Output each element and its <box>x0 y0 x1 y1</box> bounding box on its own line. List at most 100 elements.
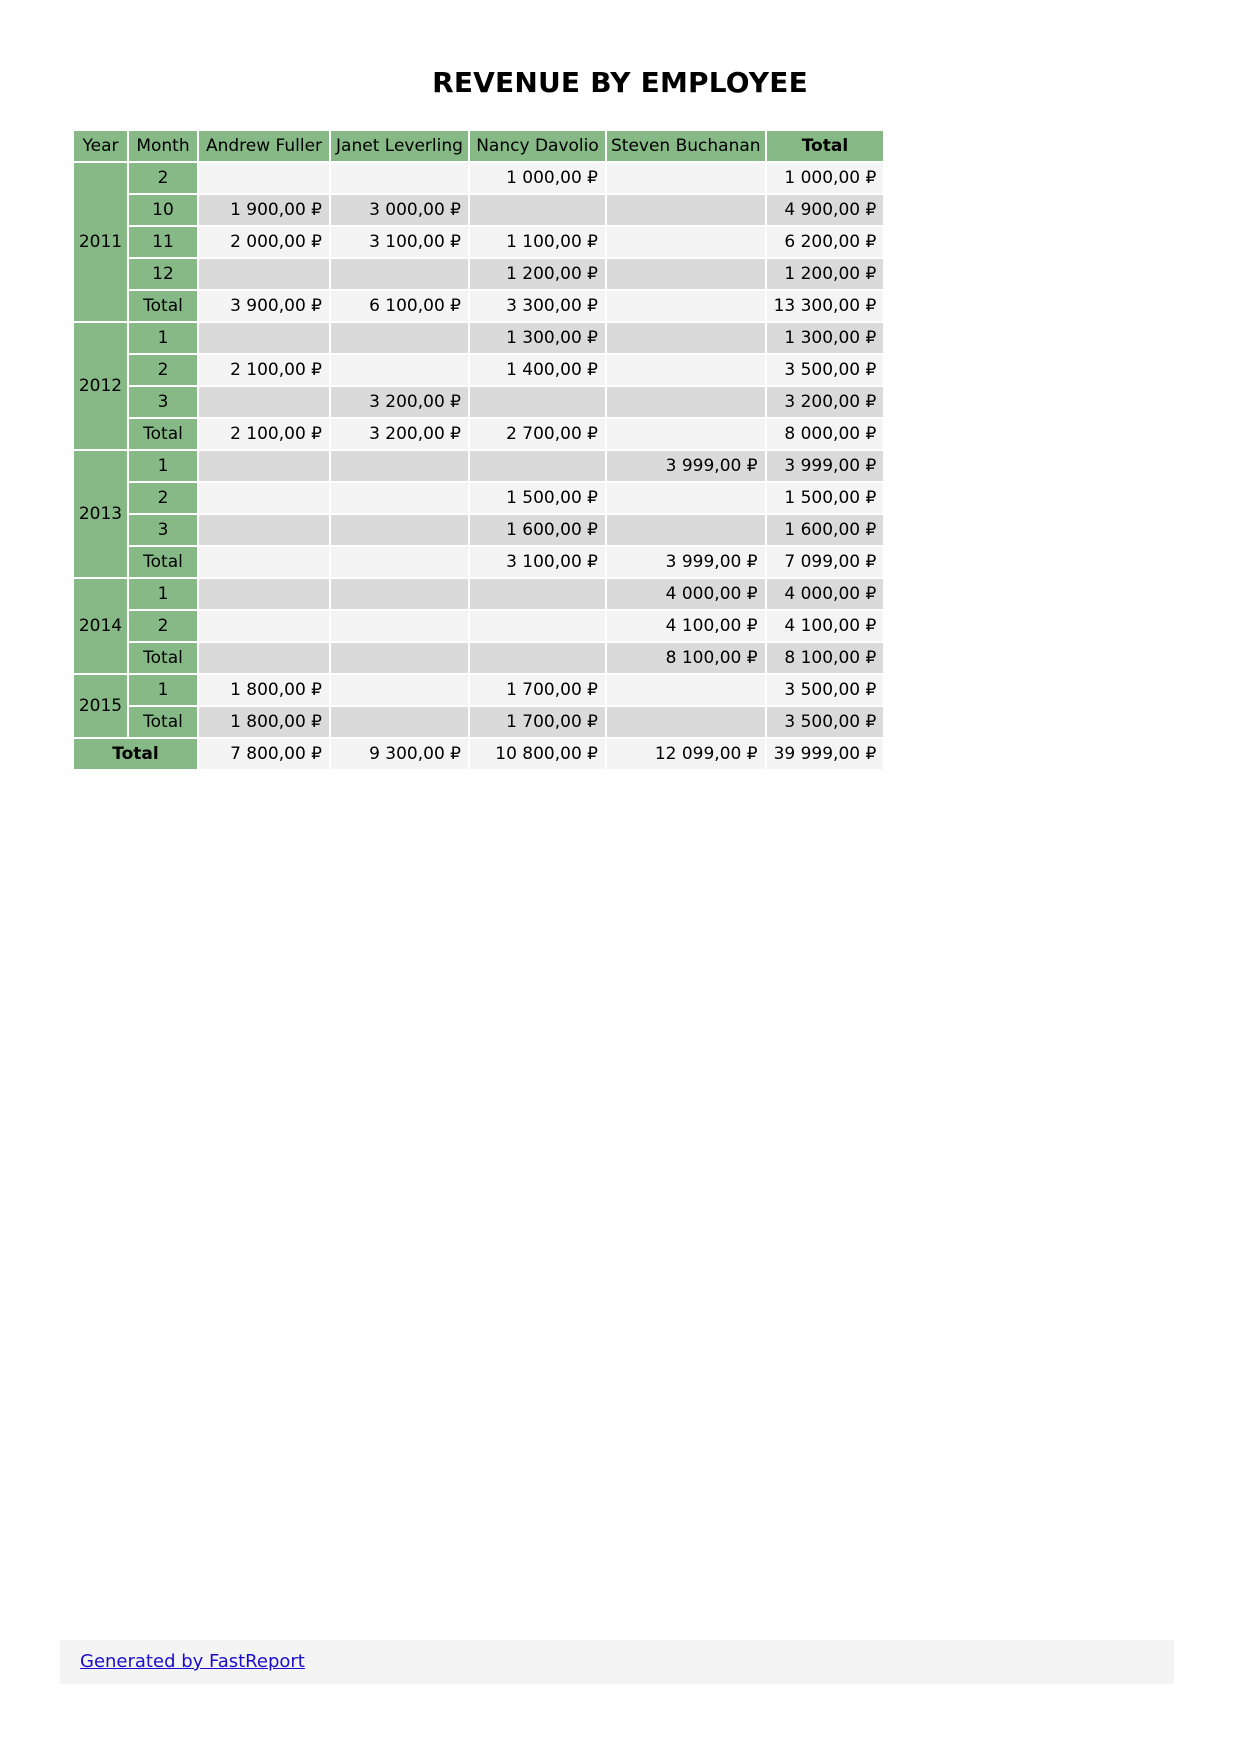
revenue-cell <box>199 579 329 609</box>
month-cell: 2 <box>129 611 197 641</box>
table-row: 2 1 500,00 ₽ 1 500,00 ₽ <box>74 483 884 513</box>
revenue-cell <box>331 707 468 737</box>
table-row: 22 100,00 ₽ 1 400,00 ₽ 3 500,00 ₽ <box>74 355 884 385</box>
revenue-cell <box>331 355 468 385</box>
row-total-cell: 4 900,00 ₽ <box>766 195 884 225</box>
revenue-cell: 3 900,00 ₽ <box>199 291 329 321</box>
table-row: 2012 1 1 300,00 ₽ 1 300,00 ₽ <box>74 323 884 449</box>
month-cell: 1 <box>129 579 197 609</box>
year-total-label: Total <box>129 707 197 737</box>
revenue-cell <box>607 195 765 225</box>
revenue-cell <box>607 355 765 385</box>
row-total-cell: 3 999,00 ₽ <box>766 451 884 481</box>
revenue-cell <box>607 675 765 705</box>
revenue-cell: 1 200,00 ₽ <box>470 259 605 289</box>
year-cell: 2013 <box>74 451 127 577</box>
year-total-label: Total <box>129 547 197 577</box>
report-title: REVENUE BY EMPLOYEE <box>432 66 808 99</box>
revenue-cell: 2 100,00 ₽ <box>199 419 329 449</box>
month-cell: 10 <box>129 195 197 225</box>
column-header-employee: Andrew Fuller <box>199 131 329 161</box>
row-total-cell: 4 100,00 ₽ <box>766 611 884 641</box>
table-row: 11 2 000,00 ₽3 100,00 ₽1 100,00 ₽ 6 200,00… <box>74 227 884 257</box>
revenue-cell <box>607 515 765 545</box>
revenue-cell <box>199 515 329 545</box>
month-cell: 3 <box>129 387 197 417</box>
table-row: 12 1 200,00 ₽ 1 200,00 ₽ <box>74 259 884 289</box>
row-total-cell: 3 500,00 ₽ <box>766 355 884 385</box>
revenue-cell <box>607 291 765 321</box>
revenue-cell <box>607 259 765 289</box>
revenue-cell <box>607 323 765 353</box>
revenue-cell <box>470 195 605 225</box>
grand-total-row: Total 7 800,00 ₽9 300,00 ₽10 800,00 ₽12 0… <box>74 739 884 769</box>
year-subtotal-row: Total 3 900,00 ₽6 100,00 ₽3 300,00 ₽ 13 30… <box>74 291 884 321</box>
revenue-cell <box>199 483 329 513</box>
revenue-cell <box>331 451 468 481</box>
revenue-cell <box>607 227 765 257</box>
revenue-cell <box>199 451 329 481</box>
row-total-cell: 1 300,00 ₽ <box>766 323 884 353</box>
revenue-cell: 1 100,00 ₽ <box>470 227 605 257</box>
grand-total-label: Total <box>74 739 197 769</box>
row-total-cell: 8 000,00 ₽ <box>766 419 884 449</box>
row-total-cell: 1 500,00 ₽ <box>766 483 884 513</box>
year-subtotal-row: Total 1 800,00 ₽ 1 700,00 ₽ 3 500,00 ₽ <box>74 707 884 737</box>
revenue-cell: 2 700,00 ₽ <box>470 419 605 449</box>
revenue-cell <box>470 643 605 673</box>
revenue-cell <box>199 163 329 193</box>
revenue-cell <box>470 451 605 481</box>
row-total-cell: 3 500,00 ₽ <box>766 707 884 737</box>
row-total-cell: 3 500,00 ₽ <box>766 675 884 705</box>
revenue-cell <box>199 323 329 353</box>
revenue-cell: 3 200,00 ₽ <box>331 387 468 417</box>
year-cell: 2014 <box>74 579 127 673</box>
table-row: 2 4 100,00 ₽4 100,00 ₽ <box>74 611 884 641</box>
year-subtotal-row: Total 8 100,00 ₽8 100,00 ₽ <box>74 643 884 673</box>
year-cell: 2012 <box>74 323 127 449</box>
revenue-cell: 1 800,00 ₽ <box>199 707 329 737</box>
revenue-cell <box>607 387 765 417</box>
grand-total-cell: 7 800,00 ₽ <box>199 739 329 769</box>
revenue-cell: 3 000,00 ₽ <box>331 195 468 225</box>
column-header-total: Total <box>766 131 884 161</box>
year-total-label: Total <box>129 643 197 673</box>
row-total-cell: 4 000,00 ₽ <box>766 579 884 609</box>
revenue-cell <box>331 579 468 609</box>
revenue-cell <box>607 163 765 193</box>
row-total-cell: 1 000,00 ₽ <box>766 163 884 193</box>
revenue-cell: 1 400,00 ₽ <box>470 355 605 385</box>
revenue-cell <box>470 387 605 417</box>
revenue-cell: 6 100,00 ₽ <box>331 291 468 321</box>
revenue-cell: 8 100,00 ₽ <box>607 643 765 673</box>
revenue-cell: 2 000,00 ₽ <box>199 227 329 257</box>
revenue-cell <box>331 259 468 289</box>
row-total-cell: 13 300,00 ₽ <box>766 291 884 321</box>
year-subtotal-row: Total 3 100,00 ₽3 999,00 ₽7 099,00 ₽ <box>74 547 884 577</box>
year-subtotal-row: Total 2 100,00 ₽3 200,00 ₽2 700,00 ₽ 8 000… <box>74 419 884 449</box>
revenue-cell: 3 100,00 ₽ <box>470 547 605 577</box>
revenue-cell <box>607 707 765 737</box>
month-cell: 3 <box>129 515 197 545</box>
month-cell: 1 <box>129 675 197 705</box>
row-total-cell: 1 600,00 ₽ <box>766 515 884 545</box>
year-cell: 2011 <box>74 163 127 321</box>
generated-by-link[interactable]: Generated by FastReport <box>80 1651 305 1672</box>
revenue-cell: 3 200,00 ₽ <box>331 419 468 449</box>
revenue-cell: 1 000,00 ₽ <box>470 163 605 193</box>
revenue-cell: 1 500,00 ₽ <box>470 483 605 513</box>
revenue-cell <box>331 163 468 193</box>
revenue-cell: 3 999,00 ₽ <box>607 547 765 577</box>
grand-total-cell: 9 300,00 ₽ <box>331 739 468 769</box>
month-cell: 11 <box>129 227 197 257</box>
footer-bar: Generated by FastReport <box>60 1640 1174 1684</box>
row-total-cell: 1 200,00 ₽ <box>766 259 884 289</box>
table-row: 2011 2 1 000,00 ₽ 1 000,00 ₽ <box>74 163 884 321</box>
revenue-matrix-table: Year Month Andrew Fuller Janet Leverling… <box>72 129 885 771</box>
revenue-cell: 1 900,00 ₽ <box>199 195 329 225</box>
column-header-month: Month <box>129 131 197 161</box>
revenue-cell <box>199 259 329 289</box>
row-total-cell: 8 100,00 ₽ <box>766 643 884 673</box>
revenue-cell: 2 100,00 ₽ <box>199 355 329 385</box>
column-header-employee: Janet Leverling <box>331 131 468 161</box>
